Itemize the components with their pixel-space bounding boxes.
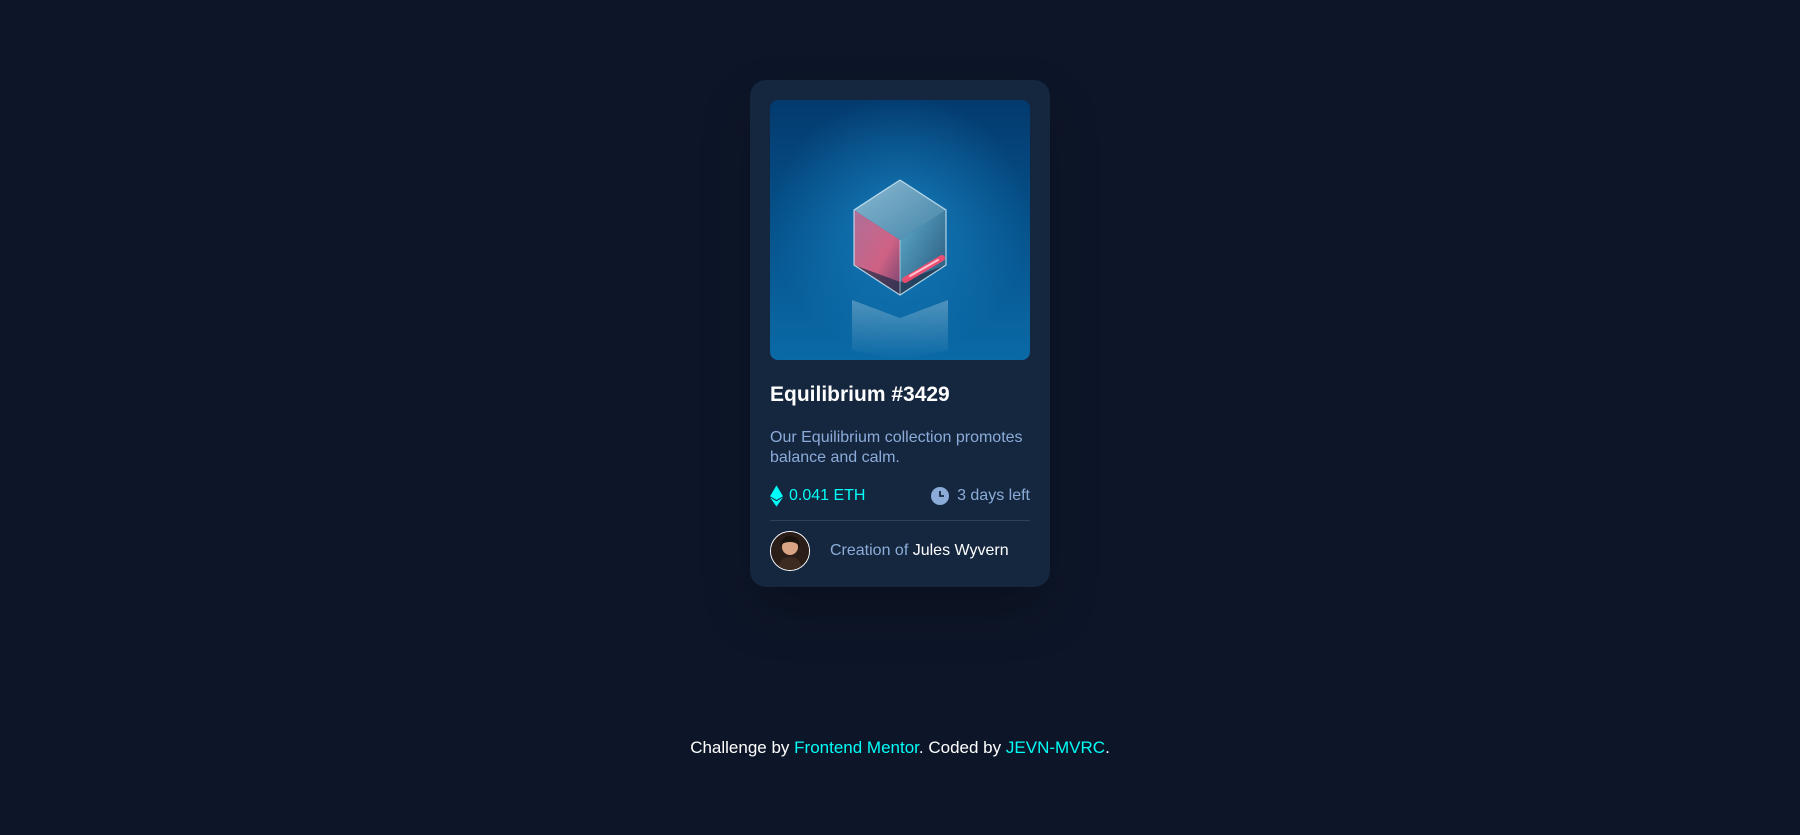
frontend-mentor-link[interactable]: Frontend Mentor xyxy=(794,738,919,757)
creator-prefix: Creation of xyxy=(830,542,909,559)
nft-title[interactable]: Equilibrium #3429 xyxy=(770,382,1030,408)
creator-name-link[interactable]: Jules Wyvern xyxy=(913,542,1009,559)
avatar xyxy=(770,531,810,571)
creator-row: Creation of Jules Wyvern xyxy=(770,531,1030,571)
price-info: 0.041 ETH xyxy=(770,485,865,507)
ethereum-icon xyxy=(770,485,783,507)
author-link[interactable]: JEVN-MVRC xyxy=(1006,738,1105,757)
price-value: 0.041 ETH xyxy=(789,487,866,504)
time-info: 3 days left xyxy=(931,487,1030,505)
footer-suffix: . xyxy=(1105,738,1110,757)
attribution-footer: Challenge by Frontend Mentor. Coded by J… xyxy=(0,738,1800,758)
nft-preview-image[interactable] xyxy=(770,100,1030,360)
avatar-image xyxy=(771,532,809,570)
creator-text: Creation of Jules Wyvern xyxy=(830,542,1009,560)
time-left: 3 days left xyxy=(957,487,1030,504)
clock-icon xyxy=(931,487,950,505)
nft-description: Our Equilibrium collection promotes bala… xyxy=(770,429,1023,466)
crystal-cube-image xyxy=(770,100,1030,360)
footer-middle: . Coded by xyxy=(918,738,1002,757)
nft-meta-row: 0.041 ETH 3 days left xyxy=(770,484,1030,508)
footer-prefix: Challenge by xyxy=(690,738,790,757)
divider xyxy=(770,520,1030,521)
nft-card: Equilibrium #3429 Our Equilibrium collec… xyxy=(750,80,1050,587)
